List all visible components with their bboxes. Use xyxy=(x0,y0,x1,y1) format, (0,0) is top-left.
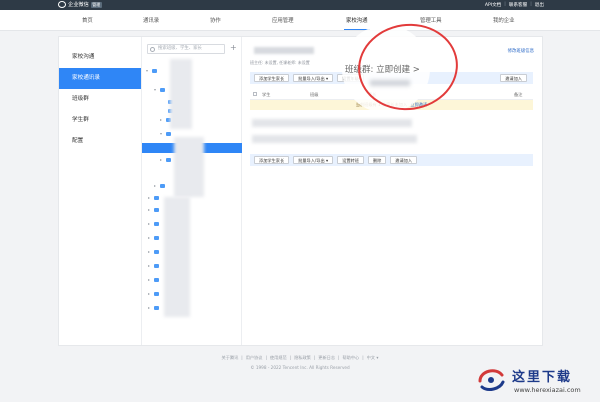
tree-search-input[interactable]: 搜索班级、学生、家长 xyxy=(147,44,225,54)
redacted-labels xyxy=(164,197,190,317)
app-logo[interactable]: 企业微信 管理 xyxy=(58,1,102,8)
divider: | xyxy=(362,355,364,360)
app-name: 企业微信 xyxy=(68,2,89,8)
nav-collaboration[interactable]: 协作 xyxy=(210,16,221,24)
admin-badge: 管理 xyxy=(90,1,102,8)
footer-link-usage-rules[interactable]: 使用规范 xyxy=(270,355,287,361)
footer-link-help[interactable]: 帮助中心 xyxy=(342,355,359,361)
chevron-right-icon[interactable] xyxy=(160,119,162,121)
footer-link-user-agreement[interactable]: 用户协议 xyxy=(246,355,263,361)
chevron-right-icon[interactable] xyxy=(148,265,150,267)
select-all-checkbox[interactable] xyxy=(253,92,257,96)
chevron-right-icon[interactable] xyxy=(148,279,150,281)
batch-import-export-button[interactable]: 批量导入/导出 ▾ xyxy=(293,156,334,164)
top-bar: 企业微信 管理 API文档 | 联系客服 | 退出 xyxy=(0,0,600,10)
chevron-right-icon[interactable] xyxy=(148,197,150,199)
wecom-logo-icon xyxy=(58,1,66,8)
col-remark: 备注 xyxy=(514,92,523,97)
redacted-row xyxy=(252,119,412,127)
folder-icon xyxy=(166,158,171,162)
chevron-right-icon[interactable] xyxy=(148,293,150,295)
side-item-settings[interactable]: 配置 xyxy=(59,131,141,152)
main-nav: 首页 通讯录 协作 应用管理 家校沟通 管理工具 我的企业 xyxy=(0,10,600,31)
folder-icon xyxy=(154,264,159,268)
folder-icon xyxy=(154,292,159,296)
folder-icon xyxy=(152,69,157,73)
chevron-right-icon[interactable] xyxy=(148,223,150,225)
nav-app-management[interactable]: 应用管理 xyxy=(272,16,294,24)
side-menu: 家校沟通 家校通讯录 班级群 学生群 配置 xyxy=(59,37,142,345)
main-panel: 家校沟通 家校通讯录 班级群 学生群 配置 搜索班级、学生、家长 + 修改班级信… xyxy=(58,36,543,346)
transfer-class-button[interactable]: 设置转班 xyxy=(337,156,364,164)
chevron-down-icon[interactable] xyxy=(154,89,156,91)
language-selector[interactable]: 中文 ▾ xyxy=(367,355,379,361)
search-icon xyxy=(150,46,155,52)
divider: | xyxy=(504,2,506,7)
chevron-right-icon[interactable] xyxy=(148,209,150,211)
class-title-redacted xyxy=(254,47,314,54)
add-parent-button[interactable]: 添加学生家长 xyxy=(254,74,290,82)
folder-icon xyxy=(160,88,165,92)
divider: | xyxy=(530,2,532,7)
watermark-url: www.herexiazai.com xyxy=(514,386,581,394)
divider: | xyxy=(313,355,316,360)
nav-home[interactable]: 首页 xyxy=(82,16,93,24)
col-class: 班级 xyxy=(310,92,319,97)
side-item-class-groups[interactable]: 班级群 xyxy=(59,89,141,110)
class-tree: 搜索班级、学生、家长 + xyxy=(142,37,242,345)
chevron-right-icon[interactable] xyxy=(148,251,150,253)
footer-link-changelog[interactable]: 更新日志 xyxy=(318,355,335,361)
nav-my-company[interactable]: 我的企业 xyxy=(493,16,515,24)
folder-icon xyxy=(166,132,171,136)
watermark-logo-icon xyxy=(478,369,505,391)
chevron-right-icon[interactable] xyxy=(148,307,150,309)
divider: | xyxy=(338,355,340,360)
batch-import-export-button[interactable]: 批量导入/导出 ▾ xyxy=(293,74,334,82)
invite-join-button[interactable]: 邀请加入 xyxy=(500,74,527,82)
add-parent-button[interactable]: 添加学生家长 xyxy=(254,156,290,164)
redacted-labels xyxy=(170,59,192,129)
folder-icon xyxy=(154,236,159,240)
site-watermark: 这里下载 www.herexiazai.com xyxy=(466,362,596,400)
chevron-right-icon[interactable] xyxy=(148,237,150,239)
edit-class-info-link[interactable]: 修改班级信息 xyxy=(508,48,534,54)
chevron-right-icon[interactable] xyxy=(160,159,162,161)
divider: | xyxy=(241,355,243,360)
folder-icon xyxy=(154,278,159,282)
side-item-school-contacts[interactable]: 家校通讯录 xyxy=(59,68,141,89)
nav-management-tools[interactable]: 管理工具 xyxy=(420,16,442,24)
chevron-down-icon[interactable] xyxy=(160,133,162,135)
nav-home-school[interactable]: 家校沟通 xyxy=(344,16,370,30)
side-item-student-groups[interactable]: 学生群 xyxy=(59,110,141,131)
divider: | xyxy=(265,355,267,360)
delete-button[interactable]: 删除 xyxy=(367,156,387,164)
invite-join-button[interactable]: 邀请加入 xyxy=(390,156,418,164)
folder-icon xyxy=(160,184,165,188)
contact-support-link[interactable]: 联系客服 xyxy=(509,2,527,8)
redacted-labels xyxy=(174,137,204,197)
watermark-title: 这里下载 xyxy=(512,370,573,385)
footer-link-about[interactable]: 关于腾讯 xyxy=(222,355,239,361)
top-links: API文档 | 联系客服 | 退出 xyxy=(485,2,544,8)
side-item-home-school[interactable]: 家校沟通 xyxy=(59,47,141,68)
folder-icon xyxy=(154,208,159,212)
folder-icon xyxy=(154,250,159,254)
chevron-right-icon[interactable] xyxy=(154,185,156,187)
chevron-down-icon[interactable] xyxy=(146,70,148,72)
folder-icon xyxy=(154,196,159,200)
member-toolbar-bottom: 添加学生家长 批量导入/导出 ▾ 设置转班 删除 邀请加入 xyxy=(250,154,533,166)
add-node-button[interactable]: + xyxy=(230,43,237,52)
col-student: 学生 xyxy=(262,92,271,97)
class-teacher-info: 班主任: 未设置, 任课老师: 未设置 xyxy=(250,60,310,65)
footer-links: 关于腾讯 | 用户协议 | 使用规范 | 隐私政策 | 更新日志 | 帮助中心 | 中文 ▾ xyxy=(0,355,600,361)
footer-link-privacy[interactable]: 隐私政策 xyxy=(294,355,311,361)
folder-icon xyxy=(154,222,159,226)
api-docs-link[interactable]: API文档 xyxy=(485,2,501,8)
redacted-row xyxy=(252,135,417,143)
nav-contacts[interactable]: 通讯录 xyxy=(143,16,159,24)
divider: | xyxy=(289,355,292,360)
folder-icon xyxy=(154,306,159,310)
logout-link[interactable]: 退出 xyxy=(535,2,544,8)
